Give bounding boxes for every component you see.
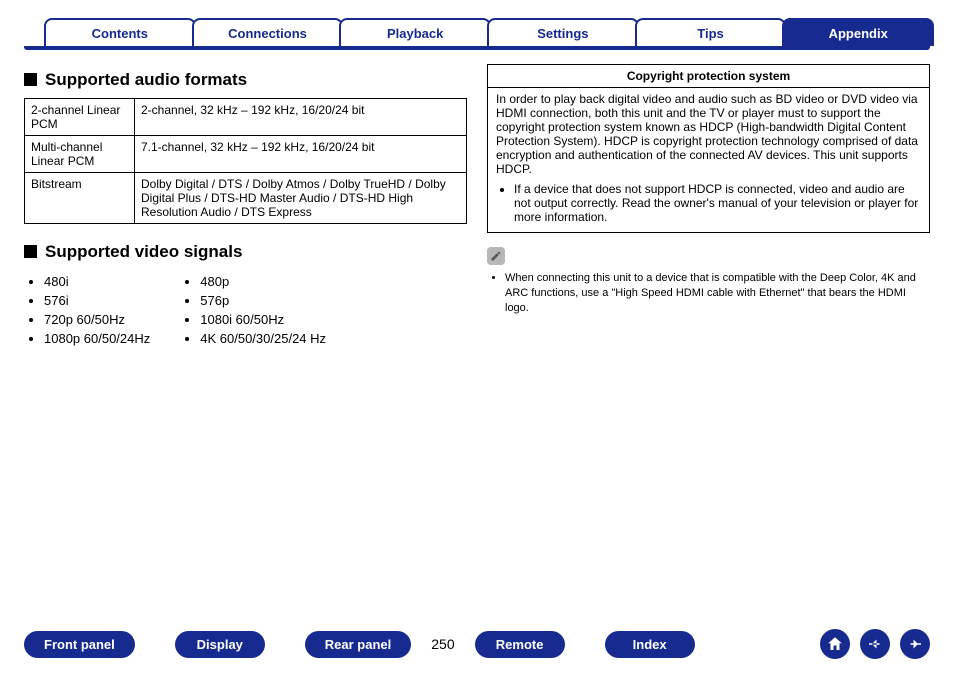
small-note-text: When connecting this unit to a device th… bbox=[505, 271, 930, 316]
audio-row-label: 2-channel Linear PCM bbox=[25, 99, 135, 136]
video-signals-lists: 480i 576i 720p 60/50Hz 1080p 60/50/24Hz … bbox=[24, 270, 467, 350]
heading-video-signals: Supported video signals bbox=[24, 242, 467, 262]
tab-appendix[interactable]: Appendix bbox=[782, 18, 934, 46]
audio-row-label: Multi-channel Linear PCM bbox=[25, 136, 135, 173]
table-row: Multi-channel Linear PCM 7.1-channel, 32… bbox=[25, 136, 467, 173]
list-item: 4K 60/50/30/25/24 Hz bbox=[200, 331, 326, 346]
tab-tips[interactable]: Tips bbox=[635, 18, 787, 46]
video-list-2: 480p 576p 1080i 60/50Hz 4K 60/50/30/25/2… bbox=[180, 270, 326, 350]
tab-settings[interactable]: Settings bbox=[487, 18, 639, 46]
right-column: Copyright protection system In order to … bbox=[487, 64, 930, 350]
table-row: 2-channel Linear PCM 2-channel, 32 kHz –… bbox=[25, 99, 467, 136]
link-index[interactable]: Index bbox=[605, 631, 695, 658]
link-remote[interactable]: Remote bbox=[475, 631, 565, 658]
copyright-box: Copyright protection system In order to … bbox=[487, 64, 930, 233]
list-item: 480i bbox=[44, 274, 150, 289]
list-item: 576p bbox=[200, 293, 326, 308]
pencil-icon bbox=[487, 247, 505, 265]
tab-underline bbox=[24, 46, 930, 50]
heading-audio-formats-text: Supported audio formats bbox=[45, 70, 247, 89]
audio-row-value: 7.1-channel, 32 kHz – 192 kHz, 16/20/24 … bbox=[135, 136, 467, 173]
heading-audio-formats: Supported audio formats bbox=[24, 70, 467, 90]
list-item: 1080p 60/50/24Hz bbox=[44, 331, 150, 346]
list-item: 480p bbox=[200, 274, 326, 289]
link-display[interactable]: Display bbox=[175, 631, 265, 658]
video-list-1: 480i 576i 720p 60/50Hz 1080p 60/50/24Hz bbox=[24, 270, 150, 350]
left-column: Supported audio formats 2-channel Linear… bbox=[24, 64, 467, 350]
audio-row-value: 2-channel, 32 kHz – 192 kHz, 16/20/24 bi… bbox=[135, 99, 467, 136]
table-row: Bitstream Dolby Digital / DTS / Dolby At… bbox=[25, 173, 467, 224]
heading-video-signals-text: Supported video signals bbox=[45, 242, 242, 261]
bottom-nav: Front panel Display Rear panel 250 Remot… bbox=[0, 629, 954, 659]
small-note: When connecting this unit to a device th… bbox=[487, 271, 930, 316]
copyright-box-body: In order to play back digital video and … bbox=[496, 92, 921, 176]
list-item: 1080i 60/50Hz bbox=[200, 312, 326, 327]
list-item: 720p 60/50Hz bbox=[44, 312, 150, 327]
copyright-box-title: Copyright protection system bbox=[488, 65, 929, 88]
tab-playback[interactable]: Playback bbox=[339, 18, 491, 46]
audio-row-value: Dolby Digital / DTS / Dolby Atmos / Dolb… bbox=[135, 173, 467, 224]
arrow-right-icon[interactable] bbox=[900, 629, 930, 659]
home-icon[interactable] bbox=[820, 629, 850, 659]
audio-formats-table: 2-channel Linear PCM 2-channel, 32 kHz –… bbox=[24, 98, 467, 224]
copyright-box-bullet: If a device that does not support HDCP i… bbox=[514, 182, 921, 224]
list-item: 576i bbox=[44, 293, 150, 308]
link-rear-panel[interactable]: Rear panel bbox=[305, 631, 411, 658]
audio-row-label: Bitstream bbox=[25, 173, 135, 224]
tab-connections[interactable]: Connections bbox=[192, 18, 344, 46]
top-tabs: Contents Connections Playback Settings T… bbox=[24, 12, 930, 46]
page-number: 250 bbox=[431, 636, 454, 652]
square-bullet-icon bbox=[24, 73, 37, 86]
square-bullet-icon bbox=[24, 245, 37, 258]
arrow-left-icon[interactable] bbox=[860, 629, 890, 659]
link-front-panel[interactable]: Front panel bbox=[24, 631, 135, 658]
tab-contents[interactable]: Contents bbox=[44, 18, 196, 46]
